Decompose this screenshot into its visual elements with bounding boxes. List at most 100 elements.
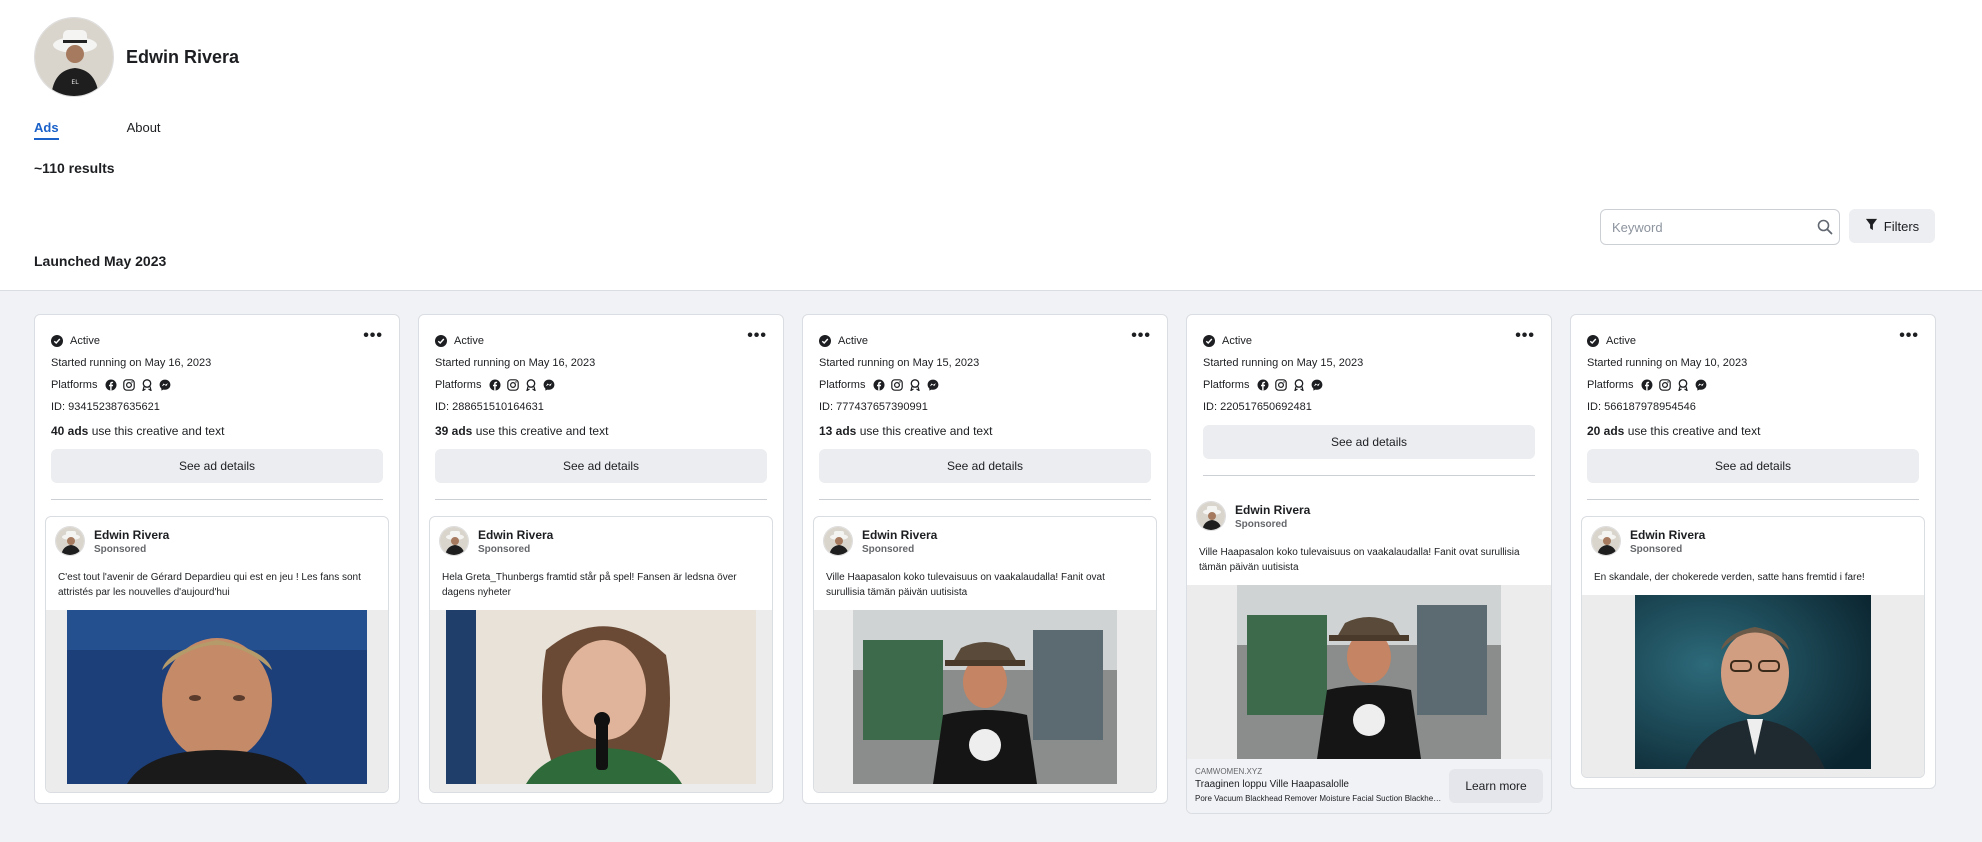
start-date: Started running on May 16, 2023 [51, 357, 212, 369]
search-icon[interactable] [1811, 219, 1839, 235]
filter-icon [1865, 218, 1878, 234]
ad-image[interactable] [814, 610, 1156, 784]
ad-link-footer[interactable]: CAMWOMEN.XYZ Traaginen loppu Ville Haapa… [1187, 759, 1551, 813]
ad-body-text: En skandale, der chokerede verden, satte… [1594, 572, 1865, 583]
see-ad-details-button[interactable]: See ad details [819, 449, 1151, 483]
preview-avatar[interactable] [1591, 526, 1621, 556]
check-circle-icon [1587, 335, 1599, 347]
status-row: Active [51, 332, 383, 350]
audience-network-icon [525, 379, 537, 391]
preview-avatar[interactable] [55, 526, 85, 556]
sponsored-label: Sponsored [1235, 518, 1288, 530]
facebook-icon [489, 379, 501, 391]
library-id: ID: 777437657390991 [819, 401, 928, 413]
preview-page-name[interactable]: Edwin Rivera [862, 528, 937, 542]
link-description: Pore Vacuum Blackhead Remover Moisture F… [1195, 794, 1445, 803]
check-circle-icon [1203, 335, 1215, 347]
keyword-search [1600, 209, 1840, 245]
library-id: ID: 566187978954546 [1587, 401, 1696, 413]
tab-bar: Ads About [34, 120, 161, 140]
status-label: Active [454, 335, 484, 347]
see-ad-details-button[interactable]: See ad details [51, 449, 383, 483]
library-id: ID: 934152387635621 [51, 401, 160, 413]
status-label: Active [838, 335, 868, 347]
ads-count: 20 ads [1587, 424, 1625, 438]
platforms-row: Platforms [1203, 376, 1535, 394]
start-date: Started running on May 10, 2023 [1587, 357, 1748, 369]
more-options-icon[interactable]: ••• [1131, 328, 1151, 344]
status-row: Active [819, 332, 1151, 350]
ad-preview: Edwin Rivera Sponsored Ville Haapasalon … [813, 516, 1157, 793]
ads-usage: 39 ads use this creative and text [435, 422, 767, 440]
instagram-icon [1659, 379, 1672, 391]
platforms-row: Platforms [51, 376, 383, 394]
instagram-icon [891, 379, 904, 391]
more-options-icon[interactable]: ••• [747, 328, 767, 344]
check-circle-icon [435, 335, 447, 347]
see-ad-details-button[interactable]: See ad details [1203, 425, 1535, 459]
search-input[interactable] [1601, 210, 1811, 244]
preview-avatar[interactable] [439, 526, 469, 556]
start-date: Started running on May 15, 2023 [1203, 357, 1364, 369]
preview-footer [46, 784, 388, 792]
ads-usage-text: use this creative and text [856, 424, 993, 438]
preview-avatar[interactable] [823, 526, 853, 556]
preview-page-name[interactable]: Edwin Rivera [478, 528, 553, 542]
facebook-icon [873, 379, 885, 391]
ads-count: 13 ads [819, 424, 857, 438]
platforms-label: Platforms [51, 379, 98, 391]
library-id: ID: 220517650692481 [1203, 401, 1312, 413]
ad-card: Active ••• Started running on May 16, 20… [34, 314, 400, 804]
platforms-label: Platforms [435, 379, 482, 391]
preview-avatar[interactable] [1196, 501, 1226, 531]
check-circle-icon [819, 335, 831, 347]
ad-card: Active ••• Started running on May 16, 20… [418, 314, 784, 804]
facebook-icon [105, 379, 117, 391]
profile-header: EL Edwin Rivera [34, 17, 239, 97]
audience-network-icon [1293, 379, 1305, 391]
instagram-icon [123, 379, 136, 391]
preview-footer [814, 784, 1156, 792]
facebook-icon [1641, 379, 1653, 391]
ad-card: Active ••• Started running on May 15, 20… [802, 314, 1168, 804]
platforms-row: Platforms [435, 376, 767, 394]
messenger-icon [159, 379, 171, 391]
ad-image[interactable] [1187, 585, 1551, 759]
filters-label: Filters [1883, 218, 1920, 234]
see-ad-details-button[interactable]: See ad details [1587, 449, 1919, 483]
tab-ads[interactable]: Ads [34, 120, 59, 140]
more-options-icon[interactable]: ••• [363, 328, 383, 344]
profile-name: Edwin Rivera [126, 46, 240, 67]
start-date: Started running on May 15, 2023 [819, 357, 980, 369]
ad-body-text: Ville Haapasalon koko tulevaisuus on vaa… [1199, 547, 1520, 573]
messenger-icon [1311, 379, 1323, 391]
platforms-label: Platforms [819, 379, 866, 391]
ad-image[interactable] [430, 610, 772, 784]
status-row: Active [1587, 332, 1919, 350]
ad-image[interactable] [46, 610, 388, 784]
ad-body-text: Ville Haapasalon koko tulevaisuus on vaa… [826, 572, 1105, 598]
platforms-label: Platforms [1587, 379, 1634, 391]
preview-page-name[interactable]: Edwin Rivera [94, 528, 169, 542]
ad-preview: Edwin Rivera Sponsored En skandale, der … [1581, 516, 1925, 778]
preview-page-name[interactable]: Edwin Rivera [1235, 503, 1310, 517]
tab-about[interactable]: About [127, 120, 161, 140]
sponsored-label: Sponsored [862, 543, 915, 555]
divider [435, 499, 767, 500]
instagram-icon [1275, 379, 1288, 391]
more-options-icon[interactable]: ••• [1899, 328, 1919, 344]
facebook-icon [1257, 379, 1269, 391]
status-row: Active [1203, 332, 1535, 350]
ads-usage: 13 ads use this creative and text [819, 422, 1151, 440]
filters-button[interactable]: Filters [1849, 209, 1935, 243]
instagram-icon [507, 379, 520, 391]
preview-page-name[interactable]: Edwin Rivera [1630, 528, 1705, 542]
see-ad-details-button[interactable]: See ad details [435, 449, 767, 483]
ad-card: Active ••• Started running on May 10, 20… [1570, 314, 1936, 789]
learn-more-button[interactable]: Learn more [1449, 769, 1543, 803]
profile-avatar[interactable]: EL [34, 17, 114, 97]
more-options-icon[interactable]: ••• [1515, 328, 1535, 344]
ads-usage: 40 ads use this creative and text [51, 422, 383, 440]
ad-image[interactable] [1582, 595, 1924, 769]
divider [1203, 475, 1535, 476]
